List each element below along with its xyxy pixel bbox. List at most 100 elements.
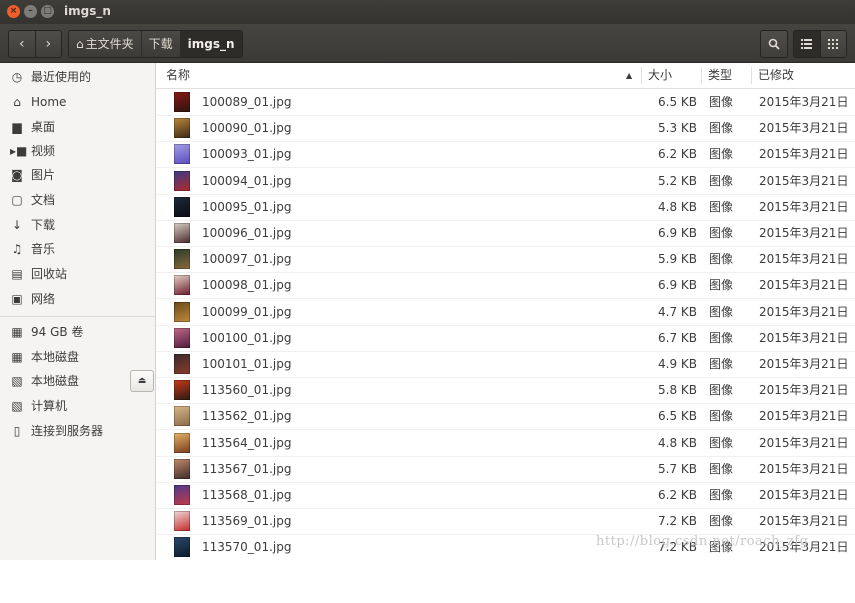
column-separator[interactable] [641,67,642,84]
file-type: 图像 [709,278,734,293]
image-thumbnail-icon [174,275,190,296]
file-name: 113568_01.jpg [202,488,292,502]
list-view-icon [801,39,813,49]
breadcrumb-current[interactable]: imgs_n [179,31,242,57]
sidebar-item-network[interactable]: ▣ 网络 [0,287,155,311]
file-name: 113570_01.jpg [202,540,292,555]
file-name: 100098_01.jpg [202,278,292,293]
file-name: 100090_01.jpg [202,121,292,136]
breadcrumb-home[interactable]: ⌂ 主文件夹 [69,31,141,57]
grid-view-icon [828,39,839,49]
sidebar-item-recent[interactable]: ◷ 最近使用的 [0,65,155,89]
file-row[interactable]: 100100_01.jpg 6.7 KB 图像 2015年3月21日 [156,325,855,352]
file-size: 5.9 KB [658,252,697,267]
file-row[interactable]: 113568_01.jpg 6.2 KB 图像 2015年3月21日 [156,482,855,509]
file-row[interactable]: 100101_01.jpg 4.9 KB 图像 2015年3月21日 [156,351,855,378]
column-separator[interactable] [701,67,702,84]
file-row[interactable]: 100096_01.jpg 6.9 KB 图像 2015年3月21日 [156,220,855,247]
sidebar-item-connect-server[interactable]: ▯ 连接到服务器 [0,419,155,443]
column-header-type[interactable]: 类型 [708,63,732,88]
file-row[interactable]: 113560_01.jpg 5.8 KB 图像 2015年3月21日 [156,377,855,405]
column-header-modified[interactable]: 已修改 [758,63,794,88]
file-row[interactable]: 113567_01.jpg 5.7 KB 图像 2015年3月21日 [156,456,855,483]
file-type: 图像 [709,147,734,162]
file-type: 图像 [709,435,734,450]
eject-button[interactable]: ⏏ [130,370,154,392]
file-modified: 2015年3月21日 [759,173,849,188]
sidebar-item-label: 音乐 [31,242,56,256]
file-row[interactable]: 100097_01.jpg 5.9 KB 图像 2015年3月21日 [156,246,855,274]
sidebar-item-downloads[interactable]: ↓ 下载 [0,213,155,237]
file-size: 6.5 KB [658,95,697,109]
breadcrumb-downloads[interactable]: 下载 [140,31,180,57]
file-name: 113564_01.jpg [202,435,292,450]
sidebar-item-computer[interactable]: ▧ 计算机 [0,394,155,418]
file-row[interactable]: 100095_01.jpg 4.8 KB 图像 2015年3月21日 [156,194,855,221]
file-name: 113567_01.jpg [202,461,292,476]
minimize-window-button[interactable]: – [24,5,37,18]
file-row[interactable]: 113569_01.jpg 7.2 KB 图像 2015年3月21日 [156,508,855,536]
file-size: 4.8 KB [658,199,697,214]
image-thumbnail-icon [174,537,190,558]
drive-icon: ▧ [11,374,23,388]
sidebar-divider [0,316,155,317]
back-button[interactable]: ‹ [9,31,35,57]
file-name: 100101_01.jpg [202,357,292,371]
sidebar-item-local-disk-mounted[interactable]: ▧ 本地磁盘 ⏏ [0,369,155,393]
file-modified: 2015年3月21日 [759,383,849,398]
file-type: 图像 [709,199,734,214]
column-separator[interactable] [751,67,752,84]
file-list: 名称 ▲ 大小 类型 已修改 100089_01.jpg 6.5 KB 图像 2015… [156,63,855,560]
file-name: 100100_01.jpg [202,330,292,345]
file-modified: 2015年3月21日 [759,121,849,136]
sidebar-item-label: 回收站 [31,267,68,281]
file-size: 5.2 KB [658,173,697,188]
file-row[interactable]: 100098_01.jpg 6.9 KB 图像 2015年3月21日 [156,272,855,300]
sidebar-item-videos[interactable]: ▸■ 视频 [0,139,155,163]
image-thumbnail-icon [174,354,190,374]
image-thumbnail-icon [174,196,190,217]
file-type: 图像 [709,514,734,529]
sort-ascending-icon: ▲ [626,71,633,80]
sidebar-item-desktop[interactable]: ▆ 桌面 [0,115,155,139]
file-row[interactable]: 100093_01.jpg 6.2 KB 图像 2015年3月21日 [156,141,855,169]
file-size: 6.7 KB [658,330,697,345]
file-type: 图像 [709,330,734,345]
sidebar-item-label: Home [31,95,67,109]
file-row[interactable]: 100099_01.jpg 4.7 KB 图像 2015年3月21日 [156,299,855,326]
grid-view-button[interactable] [819,31,846,57]
sidebar-item-home[interactable]: ⌂ Home [0,90,155,114]
breadcrumb: ⌂ 主文件夹 下载 imgs_n [68,30,243,58]
watermark: http://blog.csdn.net/roach_zfg [596,534,809,549]
column-header-size[interactable]: 大小 [648,63,672,88]
toolbar: ‹ › ⌂ 主文件夹 下载 imgs_n [0,24,855,63]
sidebar-item-music[interactable]: ♫ 音乐 [0,237,155,261]
maximize-window-button[interactable]: □ [41,5,54,18]
file-row[interactable]: 100090_01.jpg 5.3 KB 图像 2015年3月21日 [156,115,855,143]
file-type: 图像 [709,252,734,267]
image-thumbnail-icon [174,327,190,348]
file-name: 100096_01.jpg [202,226,292,240]
file-row[interactable]: 100089_01.jpg 6.5 KB 图像 2015年3月21日 [156,89,855,116]
sidebar-item-trash[interactable]: ▤ 回收站 [0,262,155,286]
close-window-button[interactable]: × [7,5,20,18]
sidebar-item-pictures[interactable]: ◙ 图片 [0,163,155,187]
search-button[interactable] [760,30,788,58]
file-type: 图像 [709,121,734,136]
file-modified: 2015年3月21日 [759,357,849,371]
forward-button[interactable]: › [34,31,62,57]
image-thumbnail-icon [174,144,190,165]
file-row[interactable]: 100094_01.jpg 5.2 KB 图像 2015年3月21日 [156,168,855,195]
file-name: 100089_01.jpg [202,95,292,109]
column-header-name[interactable]: 名称 [166,63,190,88]
sidebar-item-local-disk[interactable]: ▦ 本地磁盘 [0,345,155,369]
sidebar-item-volume-94gb[interactable]: ▦ 94 GB 卷 [0,320,155,344]
sidebar-item-documents[interactable]: ▢ 文档 [0,188,155,212]
drive-icon: ▦ [11,325,23,339]
file-row[interactable]: 113562_01.jpg 6.5 KB 图像 2015年3月21日 [156,403,855,431]
list-view-button[interactable] [794,31,820,57]
file-size: 7.2 KB [658,514,697,529]
sidebar: ◷ 最近使用的 ⌂ Home ▆ 桌面 ▸■ 视频 ◙ 图片 ▢ 文档 ↓ 下载 ♫ 音乐 ▤ 回… [0,63,156,603]
file-row[interactable]: 113564_01.jpg 4.8 KB 图像 2015年3月21日 [156,430,855,457]
file-modified: 2015年3月21日 [759,304,849,319]
